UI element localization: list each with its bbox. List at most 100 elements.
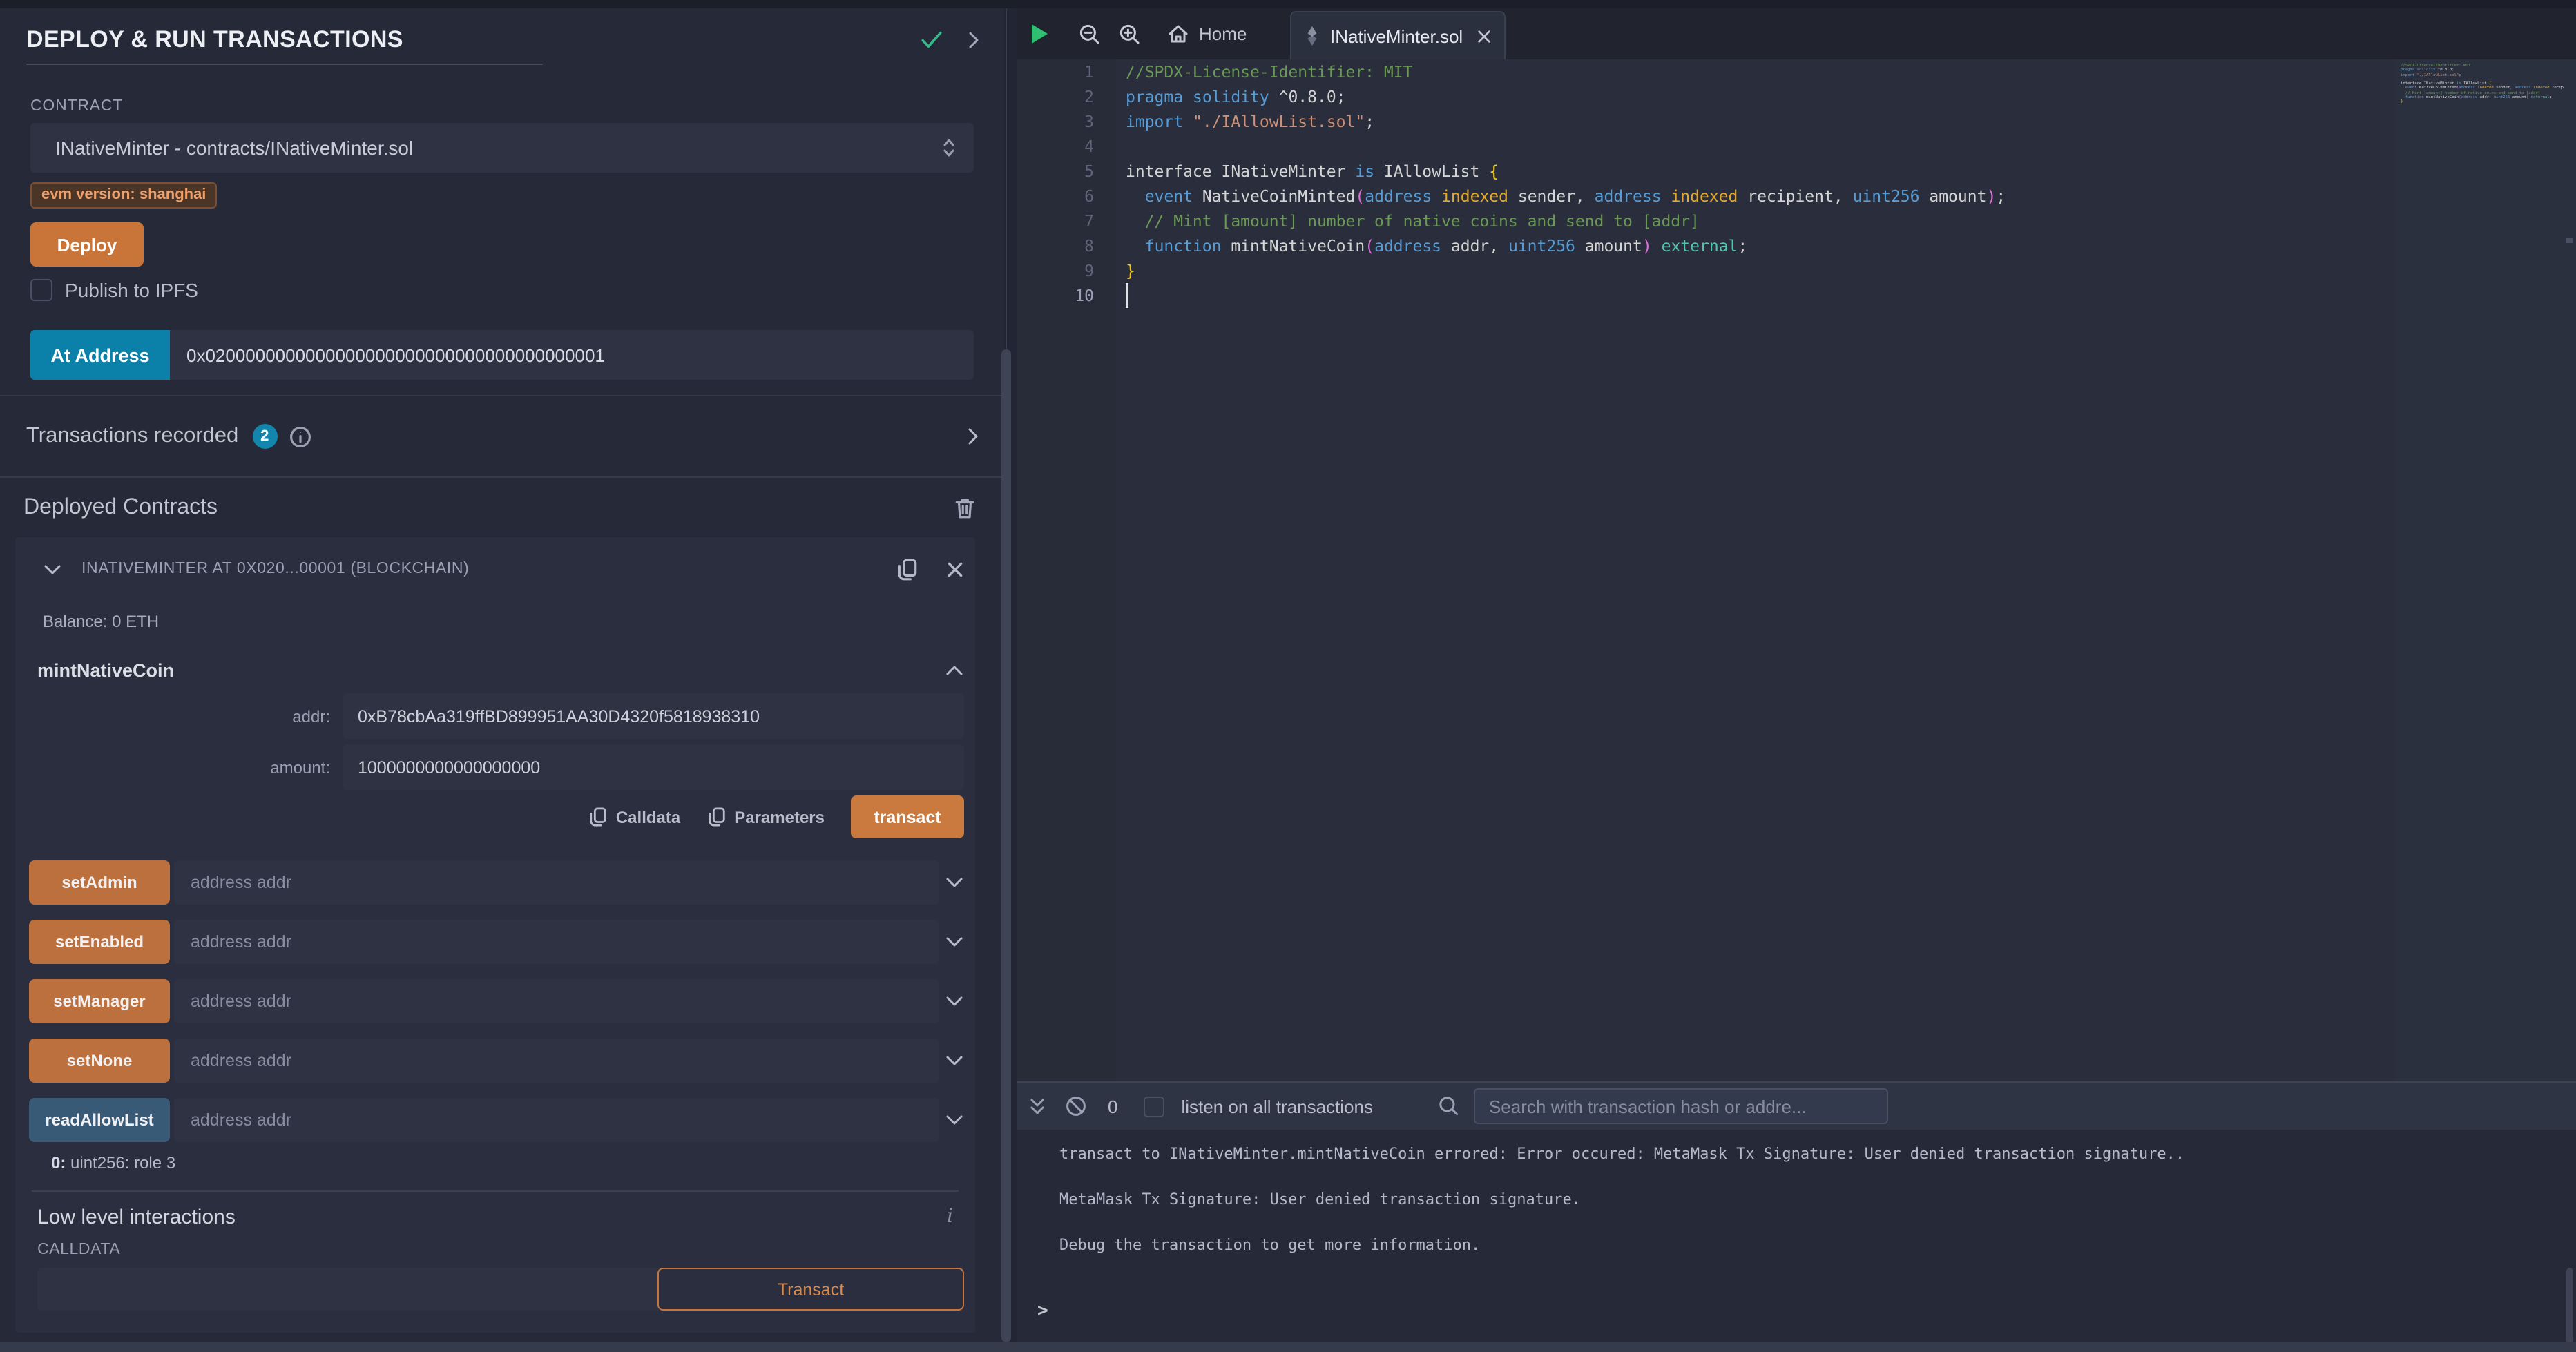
line-number: 8 xyxy=(1017,233,1094,258)
addr-field-input[interactable] xyxy=(343,693,964,739)
close-tab-icon[interactable] xyxy=(1477,28,1492,44)
amount-field-input[interactable] xyxy=(343,744,964,790)
at-address-row: At Address xyxy=(30,330,974,380)
function-collapse-icon[interactable] xyxy=(945,663,964,678)
tab-label: INativeMinter.sol xyxy=(1330,26,1467,46)
transactions-recorded-label: Transactions recorded xyxy=(26,424,238,449)
line-number: 4 xyxy=(1017,134,1094,159)
terminal-search-input[interactable] xyxy=(1474,1088,1888,1124)
publish-ipfs-label: Publish to IPFS xyxy=(65,279,198,301)
panel-scrollbar-thumb[interactable] xyxy=(1001,349,1011,1342)
clear-instances-trash-icon[interactable] xyxy=(954,496,975,519)
setAdmin-button[interactable]: setAdmin xyxy=(29,860,170,905)
contract-label: CONTRACT xyxy=(30,98,1004,115)
terminal-toolbar: 0 listen on all transactions xyxy=(1017,1083,2576,1130)
instance-collapse-icon[interactable] xyxy=(43,561,62,577)
deploy-run-panel: DEPLOY & RUN TRANSACTIONS CONTRACT INati… xyxy=(0,8,1004,1342)
expand-terminal-icon[interactable] xyxy=(1028,1096,1047,1117)
run-script-play-icon[interactable] xyxy=(1029,22,1050,46)
setEnabled-button[interactable]: setEnabled xyxy=(29,920,170,964)
panel-header: DEPLOY & RUN TRANSACTIONS xyxy=(0,8,1004,54)
setManager-button[interactable]: setManager xyxy=(29,979,170,1023)
readAllowList-button[interactable]: readAllowList xyxy=(29,1098,170,1142)
publish-ipfs-checkbox[interactable] xyxy=(30,279,52,301)
expand-function-icon[interactable] xyxy=(945,1052,964,1069)
info-icon[interactable] xyxy=(288,425,311,448)
line-number-gutter: 12345678910 xyxy=(1017,59,1116,1081)
panel-forward-icon[interactable] xyxy=(965,30,982,50)
line-number: 9 xyxy=(1017,258,1094,283)
function-setEnabled-row: setEnabled xyxy=(29,920,964,964)
evm-version-badge: evm version: shanghai xyxy=(30,182,217,209)
code-line: pragma solidity ^0.8.0; xyxy=(1126,84,2383,109)
code-line xyxy=(1126,134,2383,159)
expand-function-icon[interactable] xyxy=(945,1112,964,1128)
code-line: import "./IAllowList.sol"; xyxy=(2401,73,2564,77)
remove-instance-icon[interactable] xyxy=(946,560,964,578)
editor-region: Home INativeMinter.sol 12345678910 //SPD… xyxy=(1017,0,2576,1342)
copy-address-icon[interactable] xyxy=(896,557,919,581)
transactions-recorded-section: Transactions recorded 2 xyxy=(0,395,1004,478)
terminal-panel: 0 listen on all transactions transact to… xyxy=(1017,1081,2576,1342)
low-level-header: Low level interactions i xyxy=(37,1206,964,1229)
contract-select-value: INativeMinter - contracts/INativeMinter.… xyxy=(55,137,941,159)
listen-transactions-checkbox[interactable] xyxy=(1144,1096,1164,1117)
readAllowList-input[interactable] xyxy=(174,1098,939,1142)
deploy-button[interactable]: Deploy xyxy=(30,222,144,267)
zoom-out-icon[interactable] xyxy=(1079,23,1101,45)
transact-button[interactable]: transact xyxy=(851,795,964,838)
listen-transactions-label: listen on all transactions xyxy=(1181,1096,1373,1117)
code-line: } xyxy=(2401,100,2564,105)
terminal-log-line: MetaMask Tx Signature: User denied trans… xyxy=(1059,1188,2535,1211)
setAdmin-input[interactable] xyxy=(174,860,939,905)
terminal-scrollbar-thumb[interactable] xyxy=(2566,1268,2573,1344)
setNone-input[interactable] xyxy=(174,1039,939,1083)
pending-tx-count: 0 xyxy=(1108,1096,1117,1117)
setEnabled-input[interactable] xyxy=(174,920,939,964)
copy-calldata-button[interactable]: Calldata xyxy=(588,807,680,827)
low-level-transact-button[interactable]: Transact xyxy=(657,1268,964,1311)
setNone-button[interactable]: setNone xyxy=(29,1039,170,1083)
code-line xyxy=(2401,104,2564,109)
line-number: 2 xyxy=(1017,84,1094,109)
copy-parameters-button[interactable]: Parameters xyxy=(707,807,825,827)
expand-function-icon[interactable] xyxy=(945,874,964,891)
expand-function-icon[interactable] xyxy=(945,993,964,1010)
tab-inativeminter-sol[interactable]: INativeMinter.sol xyxy=(1290,11,1506,59)
calldata-input[interactable] xyxy=(37,1268,659,1311)
code-line: function mintNativeCoin(address addr, ui… xyxy=(2401,95,2564,100)
at-address-input[interactable] xyxy=(170,330,974,380)
contract-select[interactable]: INativeMinter - contracts/INativeMinter.… xyxy=(30,123,974,173)
setManager-input[interactable] xyxy=(174,979,939,1023)
page-title: DEPLOY & RUN TRANSACTIONS xyxy=(26,26,403,54)
copy-icon xyxy=(707,807,726,827)
compile-success-check-icon xyxy=(920,30,943,50)
clear-pending-icon[interactable] xyxy=(1065,1095,1087,1117)
contract-instance-title: INATIVEMINTER AT 0X020...00001 (BLOCKCHA… xyxy=(81,561,469,577)
code-line: import "./IAllowList.sol"; xyxy=(1126,109,2383,134)
line-number: 1 xyxy=(1017,59,1094,84)
line-number: 3 xyxy=(1017,109,1094,134)
overview-ruler[interactable] xyxy=(2564,59,2576,1081)
minimap[interactable]: //SPDX-License-Identifier: MITpragma sol… xyxy=(2395,59,2564,1081)
at-address-button[interactable]: At Address xyxy=(30,330,170,380)
copy-icon xyxy=(588,807,608,827)
zoom-in-icon[interactable] xyxy=(1119,23,1141,45)
contract-instance-header[interactable]: INATIVEMINTER AT 0X020...00001 (BLOCKCHA… xyxy=(29,554,964,584)
transactions-expand-icon[interactable] xyxy=(965,427,981,446)
code-line: function mintNativeCoin(address addr, ui… xyxy=(1126,233,2383,258)
terminal-prompt[interactable]: > xyxy=(1037,1301,1048,1322)
function-readAllowList-row: readAllowList xyxy=(29,1098,964,1142)
low-level-info-icon[interactable]: i xyxy=(947,1206,953,1228)
line-number: 5 xyxy=(1017,159,1094,184)
header-underline xyxy=(26,64,543,65)
expand-function-icon[interactable] xyxy=(945,934,964,950)
tab-home[interactable]: Home xyxy=(1167,23,1247,44)
function-list: setAdmin setEnabled setManager setNone readA… xyxy=(29,860,964,1142)
code-editor[interactable]: 12345678910 //SPDX-License-Identifier: M… xyxy=(1017,59,2576,1081)
code-content[interactable]: //SPDX-License-Identifier: MITpragma sol… xyxy=(1126,59,2383,308)
text-cursor xyxy=(1126,283,1128,308)
amount-field-label: amount: xyxy=(29,757,343,777)
deployed-contracts-label: Deployed Contracts xyxy=(23,495,218,520)
divider xyxy=(32,1190,959,1192)
